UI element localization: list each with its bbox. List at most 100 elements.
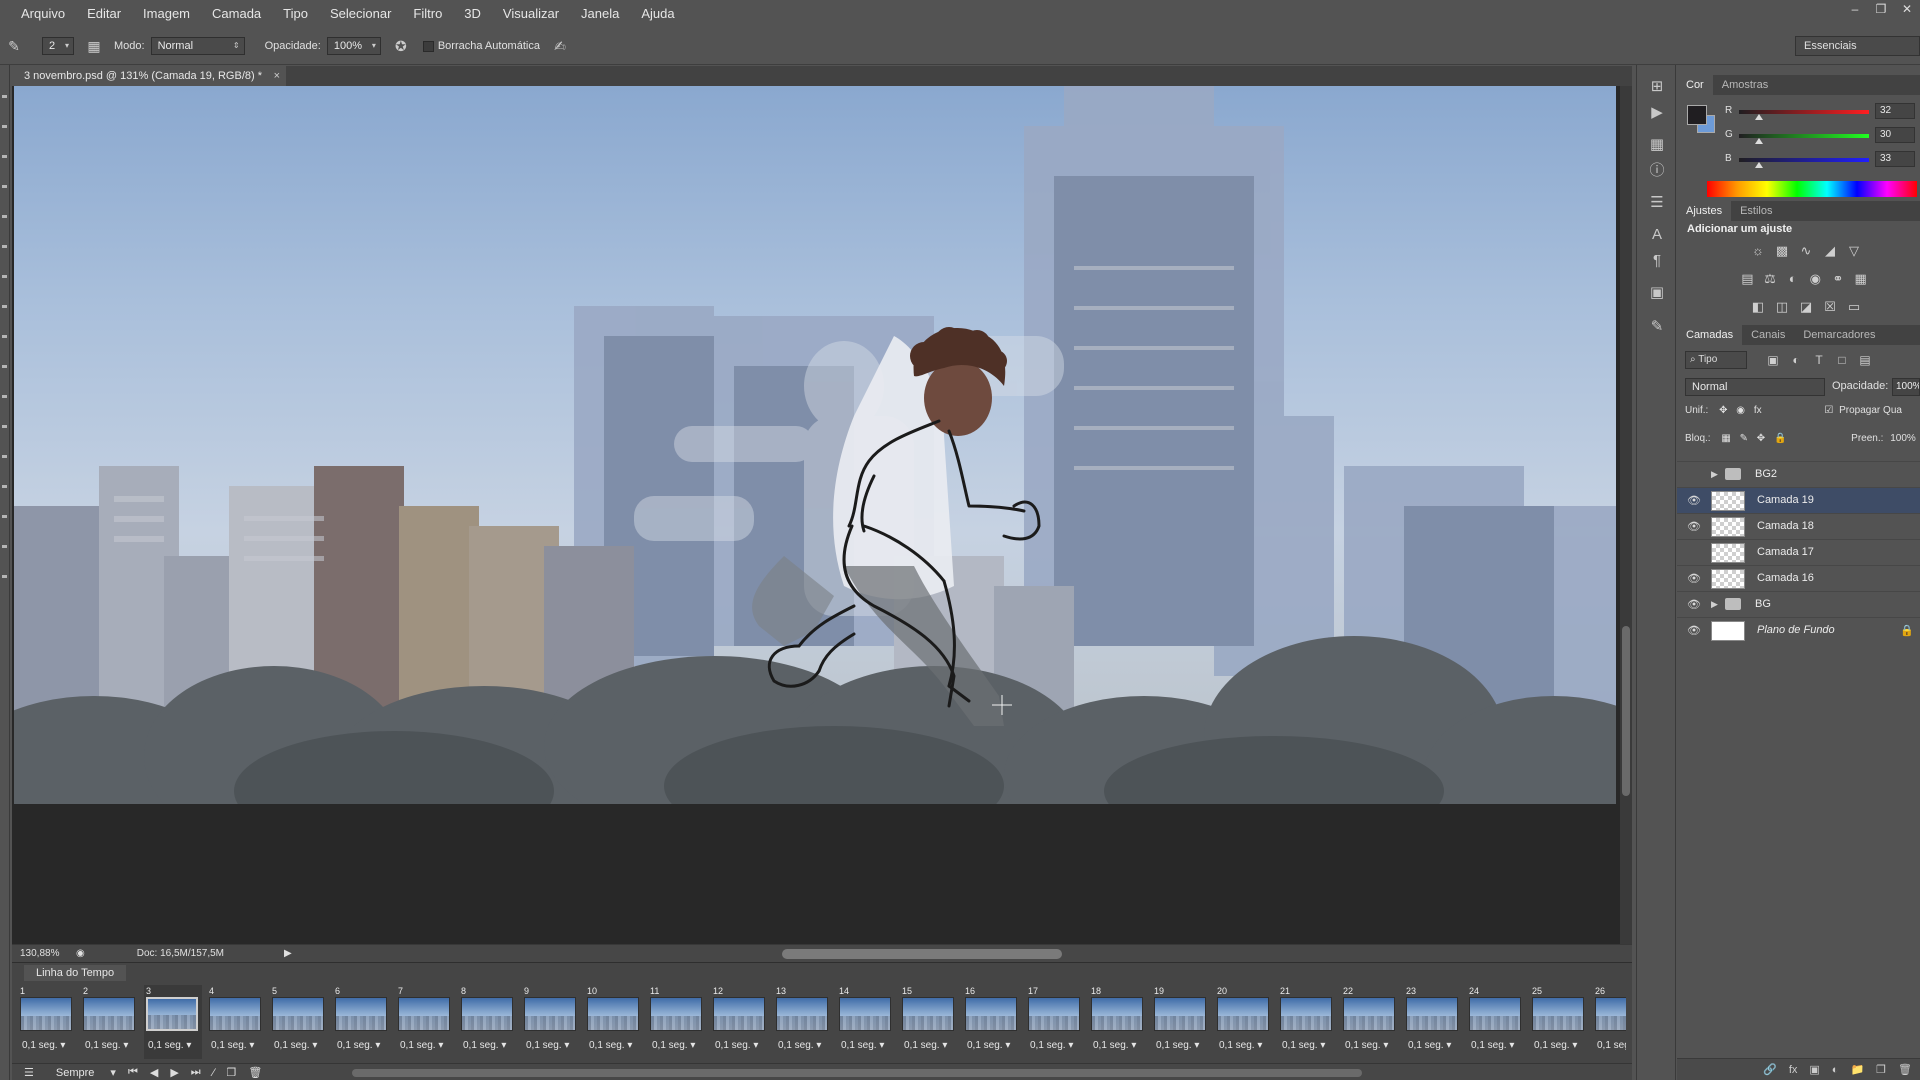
layer-row[interactable]: 👁 Plano de Fundo 🔒	[1677, 617, 1920, 643]
first-frame-icon[interactable]: ⏮	[128, 1066, 138, 1079]
frame-delay[interactable]: 0,1 seg. ▾	[967, 1040, 1010, 1051]
tool-icon[interactable]	[2, 155, 7, 158]
eye-icon[interactable]: 👁	[1687, 625, 1701, 637]
curves-icon[interactable]: ∿	[1797, 242, 1815, 260]
menu-ajuda[interactable]: Ajuda	[630, 0, 685, 28]
tool-icon[interactable]	[2, 365, 7, 368]
threshold-icon[interactable]: ◪	[1797, 298, 1815, 316]
tool-icon[interactable]	[2, 335, 7, 338]
tool-icon[interactable]	[2, 395, 7, 398]
frame-delay[interactable]: 0,1 seg. ▾	[778, 1040, 821, 1051]
layer-row[interactable]: 👁 Camada 18	[1677, 513, 1920, 539]
tab-cor[interactable]: Cor	[1677, 75, 1713, 95]
brightness-icon[interactable]: ☼	[1749, 242, 1767, 260]
frame-delay[interactable]: 0,1 seg. ▾	[22, 1040, 65, 1051]
menu-selecionar[interactable]: Selecionar	[319, 0, 402, 28]
vertical-scrollbar[interactable]	[1620, 86, 1632, 944]
frame-delay[interactable]: 0,1 seg. ▾	[400, 1040, 443, 1051]
hue-saturation-icon[interactable]: ▤	[1739, 270, 1756, 288]
red-knob[interactable]	[1755, 114, 1763, 120]
link-layers-icon[interactable]: 🔗	[1763, 1063, 1777, 1076]
tab-amostras[interactable]: Amostras	[1713, 75, 1777, 95]
document-canvas[interactable]	[14, 86, 1616, 804]
timeline-frame[interactable]: 13 0,1 seg. ▾	[774, 985, 832, 1059]
tab-camadas[interactable]: Camadas	[1677, 325, 1743, 345]
tool-icon[interactable]	[2, 275, 7, 278]
expand-group-icon[interactable]: ▶	[1711, 599, 1718, 610]
workspace-select[interactable]: Essenciais	[1795, 36, 1920, 56]
eye-icon[interactable]: 👁	[1687, 495, 1701, 507]
timeline-frame[interactable]: 21 0,1 seg. ▾	[1278, 985, 1336, 1059]
frame-delay[interactable]: 0,1 seg. ▾	[1156, 1040, 1199, 1051]
layer-row[interactable]: Camada 17	[1677, 539, 1920, 565]
timeline-frame[interactable]: 10 0,1 seg. ▾	[585, 985, 643, 1059]
unify-style-icon[interactable]: fx	[1754, 405, 1762, 416]
pressure-size-icon[interactable]: ✍	[548, 34, 572, 58]
timeline-frame[interactable]: 6 0,1 seg. ▾	[333, 985, 391, 1059]
close-icon[interactable]: ×	[274, 66, 280, 86]
color-spectrum[interactable]	[1707, 181, 1917, 197]
layer-row[interactable]: 👁 Camada 19	[1677, 487, 1920, 513]
frame-delay[interactable]: 0,1 seg. ▾	[841, 1040, 884, 1051]
menu-camada[interactable]: Camada	[201, 0, 272, 28]
tool-icon[interactable]	[2, 305, 7, 308]
timeline-frame[interactable]: 14 0,1 seg. ▾	[837, 985, 895, 1059]
smart-filter-icon[interactable]: ▤	[1857, 353, 1873, 367]
history-icon[interactable]: ⊞	[1647, 77, 1667, 97]
frame-delay[interactable]: 0,1 seg. ▾	[1030, 1040, 1073, 1051]
eye-icon[interactable]: 👁	[1687, 573, 1701, 585]
timeline-tab[interactable]: Linha do Tempo	[24, 965, 127, 981]
posterize-icon[interactable]: ◫	[1773, 298, 1791, 316]
red-value[interactable]: 32	[1875, 103, 1915, 119]
blue-value[interactable]: 33	[1875, 151, 1915, 167]
swatches-icon[interactable]: ▦	[1647, 135, 1667, 155]
timeline-frame[interactable]: 24 0,1 seg. ▾	[1467, 985, 1525, 1059]
black-white-icon[interactable]: ◐	[1784, 270, 1801, 288]
close-window-icon[interactable]: ✕	[1894, 0, 1920, 18]
frame-delay[interactable]: 0,1 seg. ▾	[274, 1040, 317, 1051]
blue-slider[interactable]: B 33	[1725, 151, 1920, 171]
frame-delay[interactable]: 0,1 seg. ▾	[1282, 1040, 1325, 1051]
lock-pixels-icon[interactable]: ✎	[1740, 433, 1748, 444]
timeline-frame[interactable]: 4 0,1 seg. ▾	[207, 985, 265, 1059]
vibrance-icon[interactable]: ▽	[1845, 242, 1863, 260]
add-mask-icon[interactable]: ▣	[1809, 1063, 1819, 1076]
tab-ajustes[interactable]: Ajustes	[1677, 201, 1732, 221]
brush-size-picker[interactable]: 2 ▾	[42, 37, 74, 55]
frame-delay[interactable]: 0,1 seg. ▾	[337, 1040, 380, 1051]
timeline-frame[interactable]: 19 0,1 seg. ▾	[1152, 985, 1210, 1059]
frame-delay[interactable]: 0,1 seg. ▾	[148, 1040, 191, 1051]
frame-delay[interactable]: 0,1 seg. ▾	[589, 1040, 632, 1051]
eye-icon[interactable]: 👁	[1687, 521, 1701, 533]
red-slider[interactable]: R 32	[1725, 103, 1920, 123]
photo-filter-icon[interactable]: ◉	[1807, 270, 1824, 288]
frame-delay[interactable]: 0,1 seg. ▾	[1345, 1040, 1388, 1051]
timeline-frame[interactable]: 12 0,1 seg. ▾	[711, 985, 769, 1059]
timeline-frame[interactable]: 18 0,1 seg. ▾	[1089, 985, 1147, 1059]
timeline-frame[interactable]: 23 0,1 seg. ▾	[1404, 985, 1462, 1059]
next-frame-icon[interactable]: ⏭	[191, 1066, 201, 1079]
frame-delay[interactable]: 0,1 seg. ▾	[1534, 1040, 1577, 1051]
opacity-input[interactable]: 100% ▾	[326, 37, 381, 55]
green-value[interactable]: 30	[1875, 127, 1915, 143]
tool-icon[interactable]	[2, 215, 7, 218]
timeline-frame[interactable]: 22 0,1 seg. ▾	[1341, 985, 1399, 1059]
unify-visibility-icon[interactable]: ◉	[1736, 405, 1745, 416]
frame-delay[interactable]: 0,1 seg. ▾	[1408, 1040, 1451, 1051]
new-layer-icon[interactable]: ❐	[1876, 1063, 1886, 1076]
3d-icon[interactable]: ▣	[1647, 283, 1667, 303]
invert-icon[interactable]: ◧	[1749, 298, 1767, 316]
new-adjustment-icon[interactable]: ◐	[1832, 1064, 1839, 1076]
visibility-toggle[interactable]	[1687, 547, 1699, 559]
new-group-icon[interactable]: 📁	[1850, 1063, 1864, 1076]
timeline-frame[interactable]: 25 0,1 seg. ▾	[1530, 985, 1588, 1059]
tool-icon[interactable]	[2, 245, 7, 248]
type-filter-icon[interactable]: T	[1811, 353, 1827, 367]
timeline-frame[interactable]: 2 0,1 seg. ▾	[81, 985, 139, 1059]
exposure-icon[interactable]: ◢	[1821, 242, 1839, 260]
properties-icon[interactable]: ☰	[1647, 193, 1667, 213]
timeline-frame[interactable]: 16 0,1 seg. ▾	[963, 985, 1021, 1059]
tool-icon[interactable]	[2, 455, 7, 458]
timeline-frame[interactable]: 7 0,1 seg. ▾	[396, 985, 454, 1059]
tool-icon[interactable]	[2, 485, 7, 488]
